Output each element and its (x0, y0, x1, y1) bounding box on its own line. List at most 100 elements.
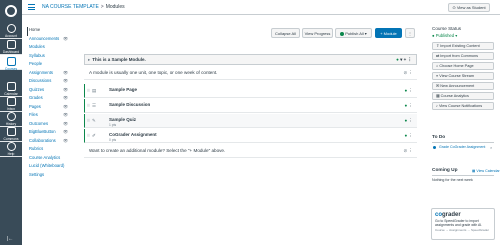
cograder-logo: cograder (435, 212, 461, 218)
quiz-icon: ✎ (92, 118, 96, 123)
course-nav-bigbluebutton[interactable]: BigBlueButton 👁 (29, 129, 69, 138)
global-nav-dashboard[interactable]: Dashboard (0, 40, 22, 55)
unpublished-icon[interactable]: ⊘ (403, 70, 407, 75)
dismiss-icon[interactable]: × (490, 145, 492, 150)
dashboard-icon (6, 40, 16, 49)
view-course-stream-button[interactable]: ≡ View Course Stream (432, 72, 494, 80)
course-analytics-button[interactable]: ▦ Course Analytics (432, 92, 494, 100)
add-item-icon[interactable]: + (404, 57, 407, 62)
page-icon: ▤ (92, 88, 97, 93)
course-nav-assignments[interactable]: Assignments 👁 (29, 70, 69, 79)
course-nav-pages[interactable]: Pages 👁 (29, 104, 69, 113)
kebab-menu-icon[interactable]: ⋮ (409, 133, 414, 138)
module-item-page[interactable]: ⠿ ▤ Sample Page ● ⋮ (84, 84, 417, 98)
kebab-menu-icon[interactable]: ⋮ (409, 88, 414, 93)
drag-handle-icon[interactable]: ⠿ (87, 103, 90, 108)
todo-heading: To Do (432, 135, 446, 140)
course-navigation: Home Announcements 👁 Modules Syllabus Peo… (27, 27, 69, 181)
course-nav-collaborations[interactable]: Collaborations 👁 (29, 138, 69, 147)
module-item-quiz[interactable]: ⠿ ✎ Sample Quiz 1 pts ● ⋮ (84, 114, 417, 128)
assignment-icon: ✐ (92, 133, 96, 138)
collapse-all-button[interactable]: Collapse All (271, 28, 300, 38)
published-check-icon[interactable]: ● (405, 118, 408, 123)
hidden-eye-icon: 👁 (63, 103, 69, 109)
course-nav-modules[interactable]: Modules (29, 44, 69, 53)
add-module-button[interactable]: + Module (375, 28, 402, 38)
course-nav-discussions[interactable]: Discussions 👁 (29, 78, 69, 87)
published-check-icon[interactable]: ● (405, 103, 408, 108)
module-item-discussion[interactable]: ⠿ ☰ Sample Discussion ● ⋮ (84, 99, 417, 113)
published-check-icon[interactable]: ● (396, 57, 399, 62)
course-nav-files[interactable]: Files 👁 (29, 112, 69, 121)
breadcrumb-course-link[interactable]: NA COURSE TEMPLATE (42, 4, 99, 10)
divider (432, 175, 494, 176)
global-nav-inbox[interactable]: Inbox (0, 97, 22, 112)
course-nav-lucid[interactable]: Lucid (Whiteboard) (29, 163, 69, 172)
choose-home-page-button[interactable]: ⌂ Choose Home Page (432, 62, 494, 70)
global-nav-courses[interactable]: Courses (0, 55, 22, 71)
view-as-student-button[interactable]: ⊙ View as Student (448, 3, 490, 12)
published-check-icon[interactable]: ● (405, 88, 408, 93)
cograder-card[interactable]: cograder Go to SpeedGrader to import ass… (431, 208, 495, 240)
module-item-text-header: A module is usually one unit, one topic,… (84, 67, 417, 80)
breadcrumb-current: Modules (105, 4, 125, 10)
calendar-icon (6, 82, 16, 91)
kebab-menu-icon[interactable]: ⋮ (409, 148, 414, 153)
global-nav-help[interactable]: Help (0, 142, 22, 157)
hamburger-menu-icon[interactable] (28, 4, 35, 10)
module-item-assignment[interactable]: ⠿ ✐ CoGrader Assignment 0 pts ● ⋮ (84, 129, 417, 143)
hidden-eye-icon: 👁 (63, 78, 69, 83)
kebab-menu-icon[interactable]: ⋮ (409, 118, 414, 123)
course-nav-syllabus[interactable]: Syllabus (29, 53, 69, 62)
global-navigation: Account Dashboard Courses Calendar Inbox… (0, 0, 22, 245)
course-nav-course-analytics[interactable]: Course Analytics (29, 155, 69, 164)
drag-handle-icon[interactable]: ⠿ (87, 133, 90, 138)
global-nav-calendar[interactable]: Calendar (0, 82, 22, 97)
collapse-nav-icon[interactable]: |← (7, 236, 13, 242)
todo-item-link[interactable]: Grade CoGrader Assignment (439, 145, 489, 149)
course-nav-grades[interactable]: Grades 👁 (29, 95, 69, 104)
published-check-icon[interactable]: ● (405, 133, 408, 138)
hidden-eye-icon: 👁 (63, 137, 69, 143)
collapse-caret-icon[interactable]: ▸ (88, 57, 90, 62)
import-existing-content-button[interactable]: ⇪ Import Existing Content (432, 42, 494, 50)
course-published-toggle[interactable]: ● Published ▾ (432, 33, 494, 38)
canvas-logo-icon[interactable] (5, 5, 17, 17)
drag-handle-icon[interactable]: ⠿ (87, 88, 90, 93)
course-nav-rubrics[interactable]: Rubrics (29, 146, 69, 155)
new-announcement-button[interactable]: ✉ New Announcement (432, 82, 494, 90)
hidden-eye-icon: 👁 (63, 120, 69, 126)
course-nav-home[interactable]: Home (27, 27, 69, 36)
import-from-commons-button[interactable]: ⇄ Import from Commons (432, 52, 494, 60)
kebab-menu-icon[interactable]: ⋮ (409, 103, 414, 108)
dropdown-caret-icon[interactable]: ▾ (400, 57, 402, 62)
module-title: This is a Sample Module. (92, 57, 146, 62)
drag-handle-icon[interactable]: ⠿ (87, 118, 90, 123)
hidden-eye-icon: 👁 (63, 112, 69, 117)
publish-all-button[interactable]: Publish All ▾ (335, 28, 372, 38)
unpublished-icon[interactable]: ⊘ (403, 148, 407, 153)
published-check-icon (340, 31, 345, 36)
module-header[interactable]: ▸ This is a Sample Module. ● ▾ + ⋮ (84, 54, 417, 65)
global-nav-commons[interactable]: Commons (0, 127, 22, 142)
help-icon (6, 142, 16, 151)
view-course-notifications-button[interactable]: ♪ View Course Notifications (432, 102, 494, 110)
view-calendar-link[interactable]: ▦ View Calendar (472, 169, 500, 173)
kebab-menu-icon[interactable]: ⋮ (408, 57, 413, 62)
course-nav-people[interactable]: People (29, 61, 69, 70)
cograder-description: Go to SpeedGrader to import assignments … (435, 219, 483, 227)
course-nav-settings[interactable]: Settings (29, 172, 69, 181)
course-nav-quizzes[interactable]: Quizzes 👁 (29, 87, 69, 96)
course-status-heading: Course Status (432, 26, 462, 31)
global-nav-history[interactable]: History (0, 112, 22, 127)
inbox-icon (6, 97, 16, 106)
hidden-eye-icon: 👁 (63, 95, 69, 100)
course-nav-outcomes[interactable]: Outcomes 👁 (29, 121, 69, 130)
global-nav-account[interactable]: Account (0, 24, 22, 39)
view-progress-button[interactable]: View Progress (302, 28, 333, 38)
hidden-eye-icon: 👁 (63, 69, 69, 75)
more-options-button[interactable]: ⋮ (405, 28, 415, 38)
course-nav-announcements[interactable]: Announcements 👁 (29, 36, 69, 45)
kebab-menu-icon[interactable]: ⋮ (409, 70, 414, 75)
courses-icon (6, 57, 16, 66)
